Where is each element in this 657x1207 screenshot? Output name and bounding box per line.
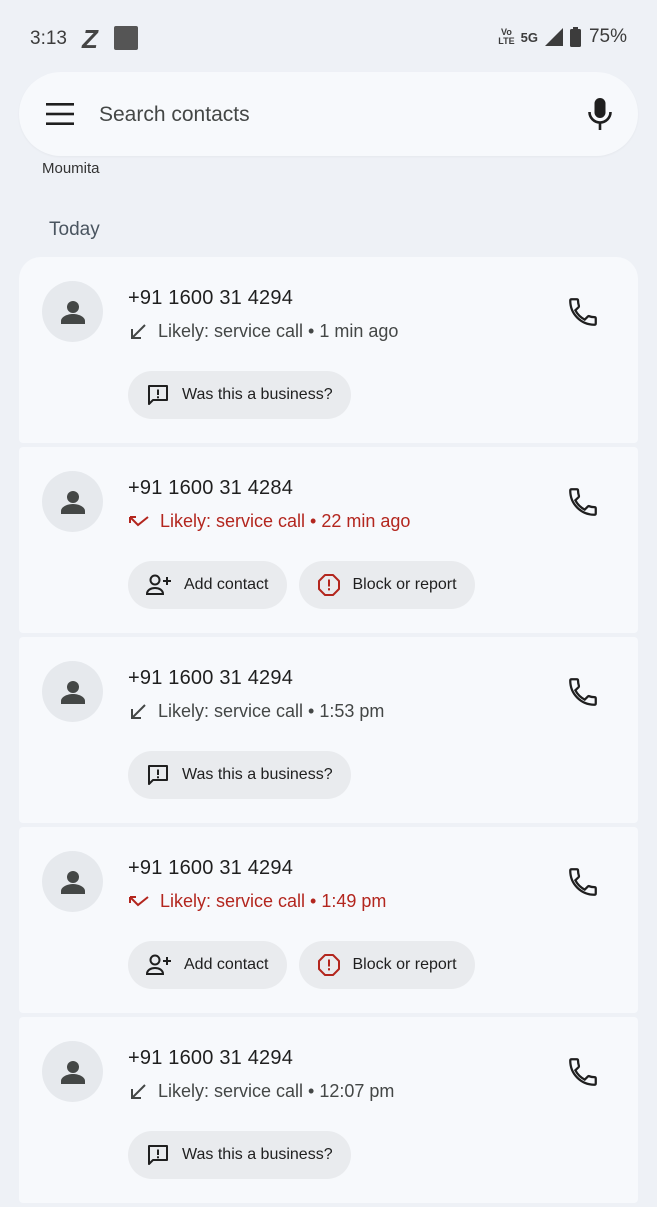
call-back-button[interactable] (566, 675, 600, 709)
battery-icon (569, 27, 581, 47)
partial-contact-name[interactable]: Moumita (42, 160, 100, 176)
feedback-icon (148, 1145, 168, 1165)
call-log-list: +91 1600 31 4294 Likely: service call • … (19, 257, 638, 1207)
call-detail-text: Likely: service call • 1:53 pm (158, 701, 385, 721)
block-report-icon (317, 954, 340, 976)
call-detail-text: Likely: service call • 12:07 pm (158, 1081, 395, 1101)
incoming-call-arrow-icon (131, 703, 146, 719)
call-back-button[interactable] (566, 295, 600, 329)
caller-number: +91 1600 31 4284 (128, 477, 294, 499)
call-log-item[interactable]: +91 1600 31 4284 Likely: service call • … (19, 447, 638, 633)
volte-bottom-label: LTE (498, 36, 515, 46)
phone-icon (569, 868, 597, 896)
avatar[interactable] (42, 1041, 103, 1102)
caller-number: +91 1600 31 4294 (128, 287, 294, 309)
caller-number: +91 1600 31 4294 (128, 667, 294, 689)
was-this-business-chip[interactable]: Was this a business? (128, 371, 351, 419)
network-type-label: 5G (520, 29, 538, 45)
feedback-icon (148, 385, 168, 405)
chip-label: Was this a business? (182, 1146, 333, 1163)
block-or-report-chip[interactable]: Block or report (298, 561, 475, 609)
person-icon (60, 300, 85, 324)
call-detail: Likely: service call • 22 min ago (128, 511, 410, 532)
avatar[interactable] (42, 471, 103, 532)
chip-label: Was this a business? (182, 386, 333, 403)
person-icon (60, 490, 85, 514)
search-bar (19, 72, 638, 156)
phone-icon (569, 1058, 597, 1086)
call-detail: Likely: service call • 12:07 pm (128, 1081, 394, 1102)
chip-label: Was this a business? (182, 766, 333, 783)
battery-percent: 75% (588, 26, 627, 47)
call-back-button[interactable] (566, 865, 600, 899)
call-detail: Likely: service call • 1:49 pm (128, 891, 386, 912)
call-log-item[interactable]: +91 1600 31 4294 Likely: service call • … (19, 827, 638, 1013)
chip-label: Block or report (352, 956, 457, 973)
call-log-item[interactable]: +91 1600 31 4294 Likely: service call • … (19, 1017, 638, 1203)
block-or-report-chip[interactable]: Block or report (298, 941, 475, 989)
volte-icon: Vo LTE (498, 28, 514, 46)
call-actions: Was this a business? (128, 751, 351, 799)
add-person-icon (146, 954, 171, 975)
add-contact-chip[interactable]: Add contact (128, 561, 287, 609)
call-actions: Add contact Block or report (128, 561, 475, 609)
call-actions: Was this a business? (128, 371, 351, 419)
call-back-button[interactable] (566, 1055, 600, 1089)
avatar[interactable] (42, 851, 103, 912)
chip-label: Block or report (352, 576, 457, 593)
call-detail: Likely: service call • 1 min ago (128, 321, 398, 342)
add-contact-chip[interactable]: Add contact (128, 941, 287, 989)
feedback-icon (148, 765, 168, 785)
missed-call-arrow-icon (129, 895, 149, 906)
avatar[interactable] (42, 661, 103, 722)
status-right-cluster: Vo LTE 5G 75% (498, 26, 627, 48)
phone-icon (569, 298, 597, 326)
incoming-call-arrow-icon (131, 1083, 146, 1099)
section-header-today: Today (49, 219, 100, 240)
add-person-icon (146, 574, 171, 595)
incoming-call-arrow-icon (131, 323, 146, 339)
call-detail: Likely: service call • 1:53 pm (128, 701, 384, 722)
status-bar: 3:13 Z Vo LTE 5G 75% (0, 0, 657, 78)
search-input[interactable] (97, 94, 521, 136)
was-this-business-chip[interactable]: Was this a business? (128, 1131, 351, 1179)
z-app-icon: Z (82, 24, 98, 54)
chip-label: Add contact (184, 576, 269, 593)
caller-number: +91 1600 31 4294 (128, 857, 294, 879)
mic-icon[interactable] (586, 96, 614, 132)
phone-icon (569, 678, 597, 706)
missed-call-arrow-icon (129, 515, 149, 526)
person-icon (60, 870, 85, 894)
call-log-item[interactable]: +91 1600 31 4294 Likely: service call • … (19, 257, 638, 443)
caller-number: +91 1600 31 4294 (128, 1047, 294, 1069)
call-log-item[interactable]: +91 1600 31 4294 Likely: service call • … (19, 637, 638, 823)
status-time: 3:13 (30, 28, 67, 49)
menu-icon[interactable] (45, 100, 75, 128)
call-detail-text: Likely: service call • 1 min ago (158, 321, 399, 341)
call-back-button[interactable] (566, 485, 600, 519)
call-detail-text: Likely: service call • 22 min ago (160, 511, 411, 531)
signal-icon (544, 28, 563, 46)
chip-label: Add contact (184, 956, 269, 973)
avatar[interactable] (42, 281, 103, 342)
person-icon (60, 680, 85, 704)
person-icon (60, 1060, 85, 1084)
block-report-icon (317, 574, 340, 596)
call-actions: Add contact Block or report (128, 941, 475, 989)
call-actions: Was this a business? (128, 1131, 351, 1179)
call-detail-text: Likely: service call • 1:49 pm (160, 891, 387, 911)
notification-app-icon (114, 26, 138, 50)
phone-icon (569, 488, 597, 516)
was-this-business-chip[interactable]: Was this a business? (128, 751, 351, 799)
